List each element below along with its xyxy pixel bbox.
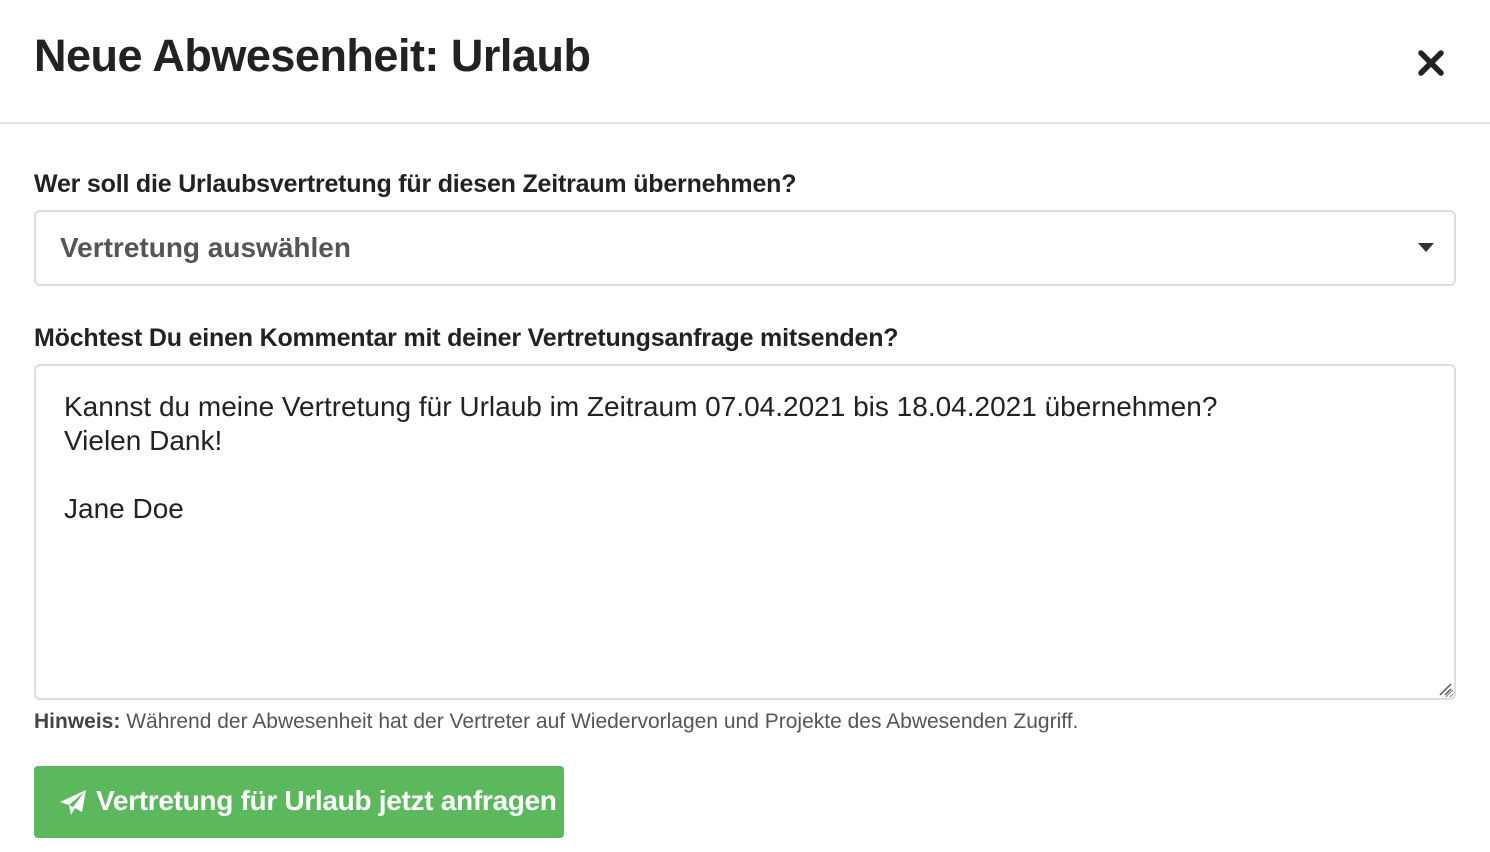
caret-down-icon (1418, 243, 1434, 252)
comment-label: Möchtest Du einen Kommentar mit deiner V… (34, 324, 899, 352)
modal-header: Neue Abwesenheit: Urlaub (0, 0, 1490, 124)
absence-modal: Neue Abwesenheit: Urlaub Wer soll die Ur… (0, 0, 1490, 852)
close-icon (1418, 50, 1444, 76)
substitute-select-value: Vertretung auswählen (60, 232, 351, 263)
modal-title: Neue Abwesenheit: Urlaub (34, 30, 591, 81)
request-substitute-button-label: Vertretung für Urlaub jetzt anfragen (96, 785, 557, 816)
request-substitute-button[interactable]: Vertretung für Urlaub jetzt anfragen (34, 766, 564, 838)
comment-textarea[interactable] (34, 364, 1456, 700)
resize-handle-icon[interactable] (1436, 680, 1452, 696)
substitute-select[interactable]: Vertretung auswählen (34, 210, 1456, 286)
hint-message: Während der Abwesenheit hat der Vertrete… (120, 710, 1079, 733)
paper-plane-icon (60, 790, 86, 815)
close-button[interactable] (1414, 46, 1448, 80)
substitute-label: Wer soll die Urlaubsvertretung für diese… (34, 170, 797, 198)
hint-label: Hinweis: (34, 710, 121, 733)
hint-text: Hinweis: Während der Abwesenheit hat der… (34, 710, 1078, 734)
